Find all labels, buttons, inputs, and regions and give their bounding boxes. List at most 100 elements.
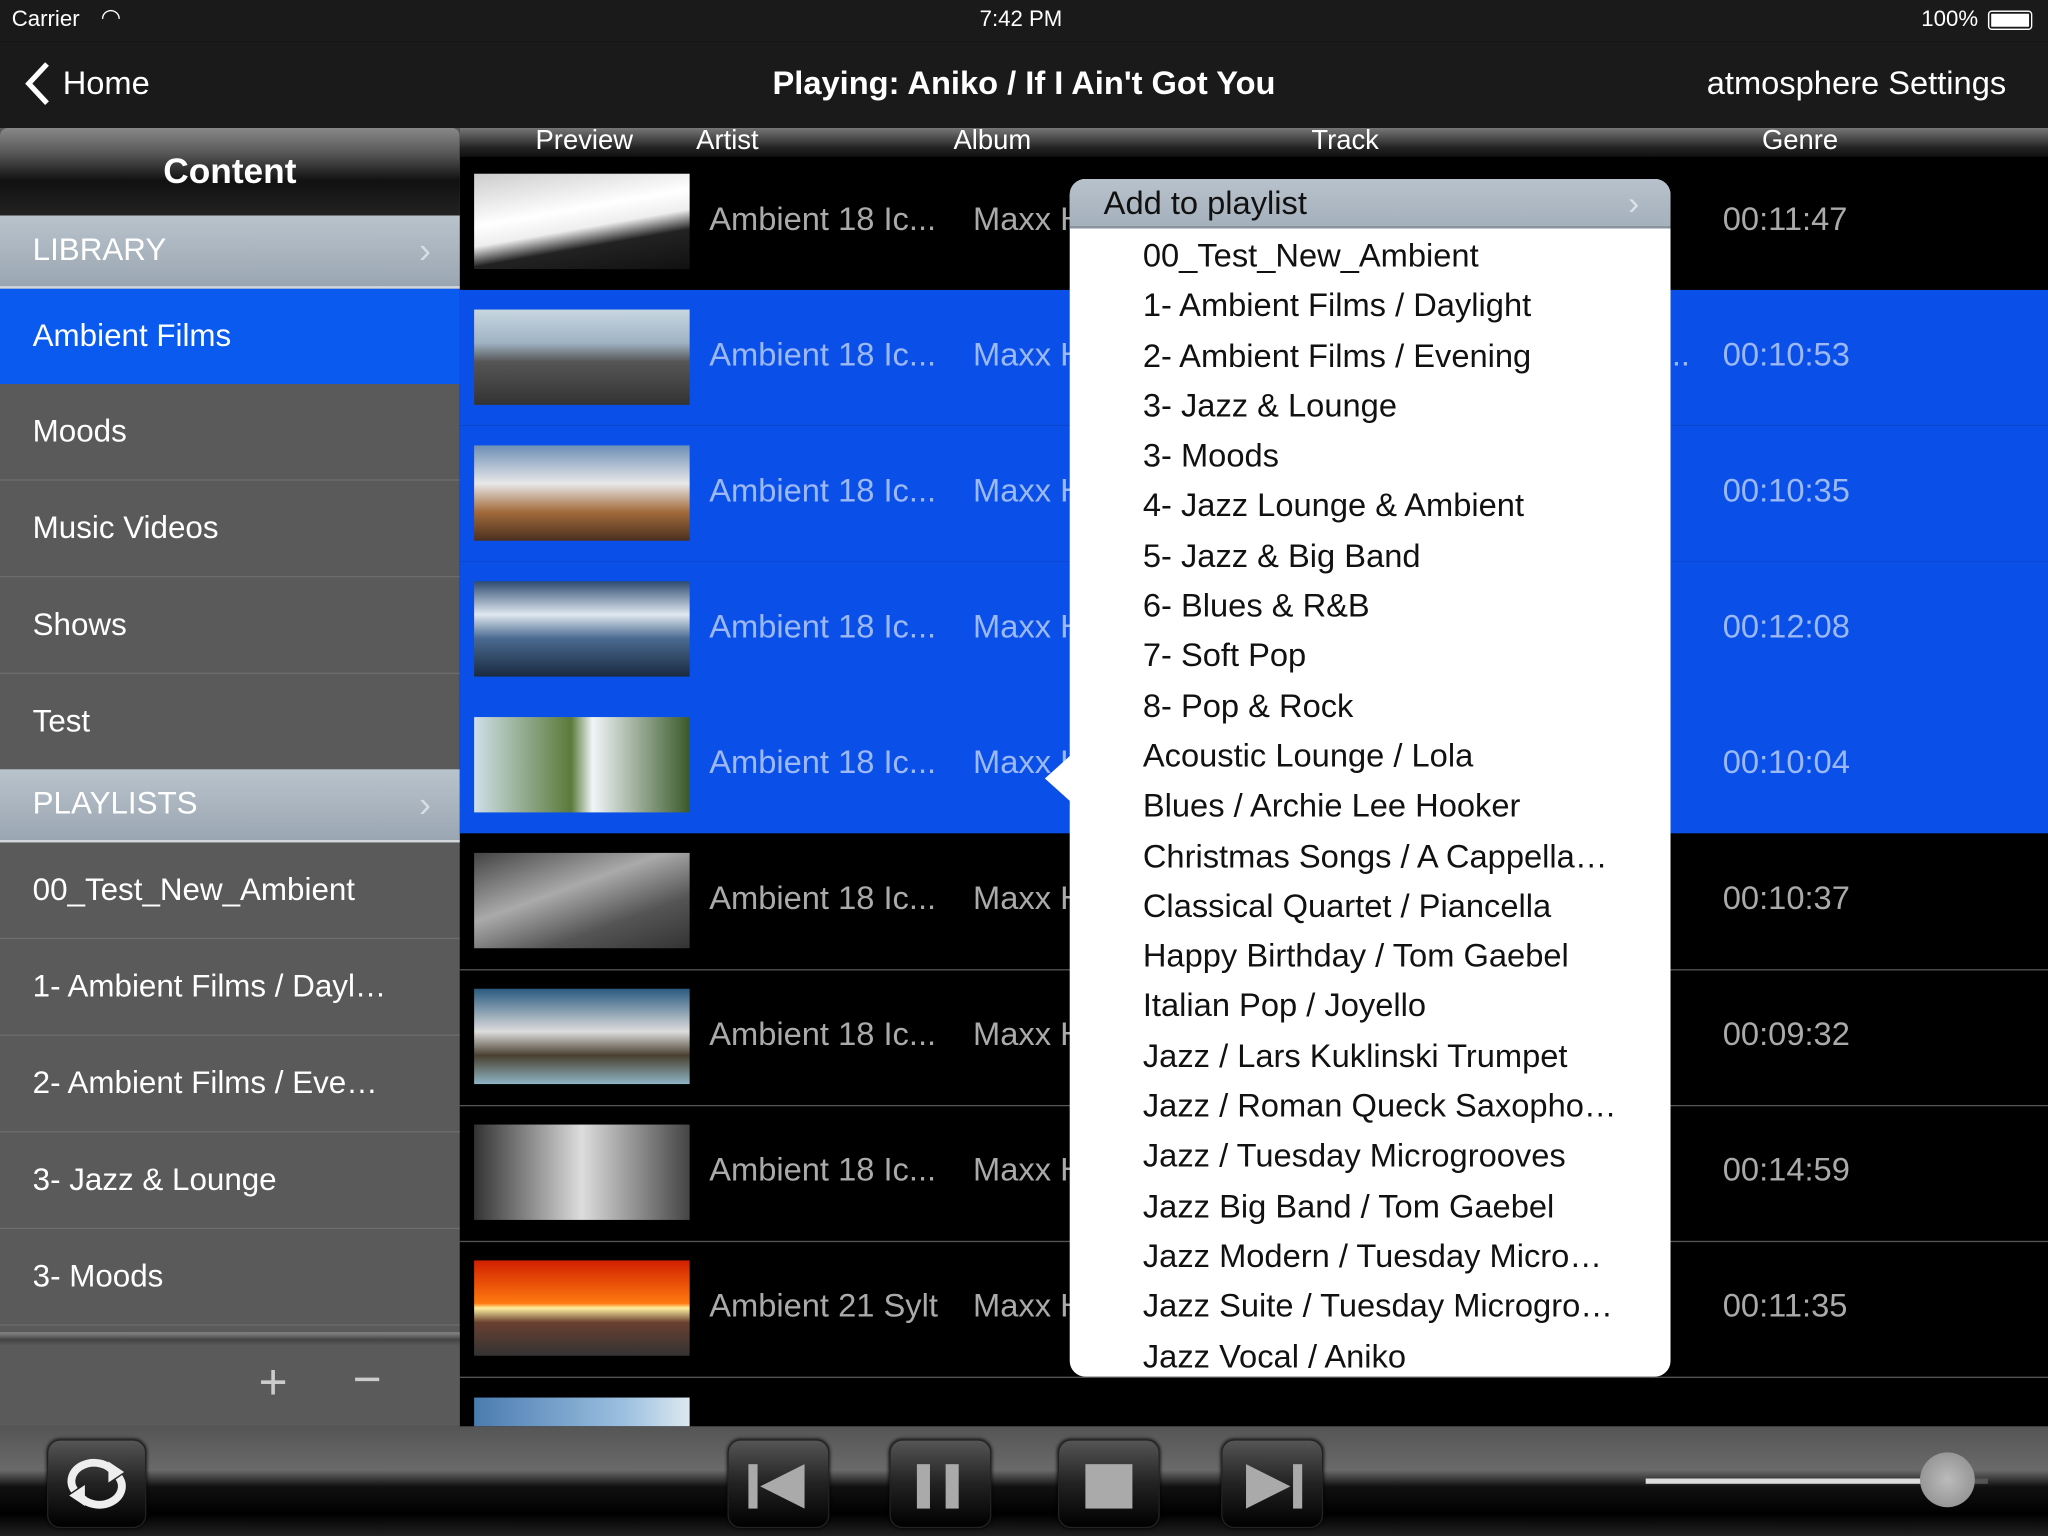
column-header: Preview Artist Album Track Genre bbox=[459, 125, 2048, 157]
popover-title: Add to playlist bbox=[1103, 185, 1307, 223]
thumbnail bbox=[474, 1124, 690, 1220]
album-cell: Maxx H bbox=[973, 1287, 1084, 1325]
remove-playlist-button[interactable]: − bbox=[353, 1353, 382, 1409]
thumbnail bbox=[474, 717, 690, 813]
playlist-option[interactable]: Acoustic Lounge / Lola bbox=[1070, 731, 1671, 781]
popover-header[interactable]: Add to playlist › bbox=[1069, 178, 1671, 229]
playlist-option[interactable]: Jazz / Tuesday Microgrooves bbox=[1070, 1132, 1671, 1182]
clock: 7:42 PM bbox=[979, 6, 1063, 32]
column-track[interactable]: Track bbox=[1311, 125, 1379, 156]
artist-cell: Ambient 21 Sylt bbox=[709, 1287, 938, 1325]
column-album[interactable]: Album bbox=[953, 125, 1031, 156]
playlist-option[interactable]: Italian Pop / Joyello bbox=[1070, 981, 1671, 1031]
thumbnail bbox=[474, 852, 690, 949]
artist-cell: Ambient 18 Ic... bbox=[709, 744, 937, 782]
sidebar-playlist-item[interactable]: 3- Jazz & Lounge bbox=[0, 1132, 460, 1230]
playlist-option[interactable]: 3- Moods bbox=[1070, 431, 1671, 481]
playlist-option[interactable]: 4- Jazz Lounge & Ambient bbox=[1070, 481, 1671, 531]
thumbnail bbox=[474, 988, 690, 1085]
add-to-playlist-popover: Add to playlist › 00_Test_New_Ambient 1- A… bbox=[1069, 178, 1671, 1377]
album-cell: Maxx H bbox=[973, 1016, 1084, 1053]
sidebar-playlist-item[interactable]: 00_Test_New_Ambient bbox=[0, 842, 460, 940]
album-cell: Maxx H bbox=[973, 201, 1084, 238]
sidebar: Content LIBRARY › Ambient Films Moods Mus… bbox=[0, 127, 460, 1427]
playlist-option[interactable]: 00_Test_New_Ambient bbox=[1070, 231, 1671, 281]
thumbnail bbox=[474, 581, 690, 677]
sidebar-item-shows[interactable]: Shows bbox=[0, 577, 460, 674]
previous-button[interactable] bbox=[727, 1439, 830, 1529]
stop-button[interactable] bbox=[1057, 1439, 1160, 1529]
column-genre[interactable]: Genre bbox=[1762, 125, 1838, 156]
add-playlist-button[interactable]: + bbox=[259, 1356, 288, 1412]
table-row-partial[interactable] bbox=[460, 1377, 2048, 1427]
playlist-option[interactable]: 8- Pop & Rock bbox=[1070, 681, 1671, 731]
playlist-option[interactable]: Jazz Suite / Tuesday Microgro… bbox=[1070, 1282, 1671, 1332]
next-icon bbox=[1246, 1464, 1303, 1509]
playlist-option[interactable]: Christmas Songs / A Cappella… bbox=[1070, 831, 1671, 881]
playlist-options: 00_Test_New_Ambient 1- Ambient Films / Da… bbox=[1070, 229, 1671, 1382]
sidebar-playlist-item[interactable]: 2- Ambient Films / Eve… bbox=[0, 1036, 460, 1133]
app-root: Carrier ◠ 7:42 PM 100% Home Playing: Ani… bbox=[0, 0, 2048, 1536]
playlist-option[interactable]: Jazz / Lars Kuklinski Trumpet bbox=[1070, 1032, 1671, 1082]
sidebar-playlist-item[interactable]: 3- Moods bbox=[0, 1229, 460, 1326]
library-label: LIBRARY bbox=[32, 232, 167, 268]
duration-cell: 00:09:32 bbox=[1722, 1016, 1850, 1053]
playlist-option[interactable]: Jazz Vocal / Aniko bbox=[1070, 1332, 1671, 1382]
repeat-button[interactable] bbox=[47, 1439, 147, 1529]
album-cell: Maxx H bbox=[973, 336, 1084, 374]
next-button[interactable] bbox=[1221, 1439, 1324, 1529]
carrier: Carrier bbox=[11, 6, 80, 32]
playlist-option[interactable]: 5- Jazz & Big Band bbox=[1070, 531, 1671, 581]
battery-icon bbox=[1987, 10, 2033, 31]
wifi-icon: ◠ bbox=[100, 3, 122, 31]
artist-cell: Ambient 18 Ic... bbox=[709, 336, 937, 374]
thumbnail bbox=[474, 173, 690, 270]
playlist-option[interactable]: 2- Ambient Films / Evening bbox=[1070, 331, 1671, 381]
settings-button[interactable]: atmosphere Settings bbox=[1707, 65, 2006, 103]
volume-slider[interactable] bbox=[1645, 1452, 1988, 1508]
chevron-right-icon: › bbox=[418, 783, 432, 825]
popover-arrow bbox=[1044, 754, 1072, 802]
playlist-option[interactable]: Jazz Big Band / Tom Gaebel bbox=[1070, 1182, 1671, 1232]
chevron-right-icon: › bbox=[418, 229, 432, 271]
repeat-icon bbox=[67, 1458, 126, 1509]
artist-cell: Ambient 18 Ic... bbox=[709, 880, 937, 917]
playlists-section[interactable]: PLAYLISTS › bbox=[0, 769, 460, 843]
sidebar-header: Content bbox=[0, 127, 460, 216]
artist-cell: Ambient 18 Ic... bbox=[709, 1151, 937, 1189]
thumbnail bbox=[474, 1260, 690, 1356]
playlist-option[interactable]: 7- Soft Pop bbox=[1070, 631, 1671, 681]
chevron-right-icon: › bbox=[1628, 185, 1640, 223]
duration-cell: 00:10:04 bbox=[1722, 744, 1850, 782]
column-artist[interactable]: Artist bbox=[696, 125, 758, 156]
playlist-option[interactable]: Happy Birthday / Tom Gaebel bbox=[1070, 931, 1671, 981]
sidebar-item-music-videos[interactable]: Music Videos bbox=[0, 481, 460, 578]
battery-percent: 100% bbox=[1921, 6, 1979, 32]
stop-icon bbox=[1085, 1464, 1133, 1509]
duration-cell: 00:11:47 bbox=[1722, 201, 1848, 238]
duration-cell: 00:10:53 bbox=[1722, 336, 1850, 374]
thumbnail bbox=[474, 445, 690, 541]
library-section[interactable]: LIBRARY › bbox=[0, 215, 460, 289]
sidebar-item-moods[interactable]: Moods bbox=[0, 384, 460, 481]
duration-cell: 00:12:08 bbox=[1722, 608, 1850, 646]
duration-cell: 00:10:37 bbox=[1722, 880, 1850, 917]
sidebar-item-ambient-films[interactable]: Ambient Films bbox=[0, 288, 460, 384]
sidebar-item-test[interactable]: Test bbox=[0, 674, 460, 769]
playlist-option[interactable]: Blues / Archie Lee Hooker bbox=[1070, 781, 1671, 831]
playlist-option[interactable]: 1- Ambient Films / Daylight bbox=[1070, 281, 1671, 331]
playlist-option[interactable]: 6- Blues & R&B bbox=[1070, 581, 1671, 631]
pause-icon bbox=[916, 1464, 959, 1509]
volume-knob[interactable] bbox=[1919, 1452, 1975, 1508]
album-cell: Maxx H bbox=[973, 472, 1084, 510]
column-preview[interactable]: Preview bbox=[536, 125, 634, 156]
playlists-label: PLAYLISTS bbox=[32, 786, 198, 822]
playlist-option[interactable]: 3- Jazz & Lounge bbox=[1070, 381, 1671, 431]
pause-button[interactable] bbox=[889, 1439, 992, 1529]
playlist-option[interactable]: Classical Quartet / Piancella bbox=[1070, 881, 1671, 931]
playlist-option[interactable]: Jazz Modern / Tuesday Micro… bbox=[1070, 1232, 1671, 1282]
player-bar bbox=[0, 1426, 2048, 1536]
sidebar-playlist-item[interactable]: 1- Ambient Films / Dayl… bbox=[0, 939, 460, 1036]
playlist-option[interactable]: Jazz / Roman Queck Saxopho… bbox=[1070, 1082, 1671, 1132]
sidebar-toolbar: + − bbox=[0, 1332, 460, 1427]
